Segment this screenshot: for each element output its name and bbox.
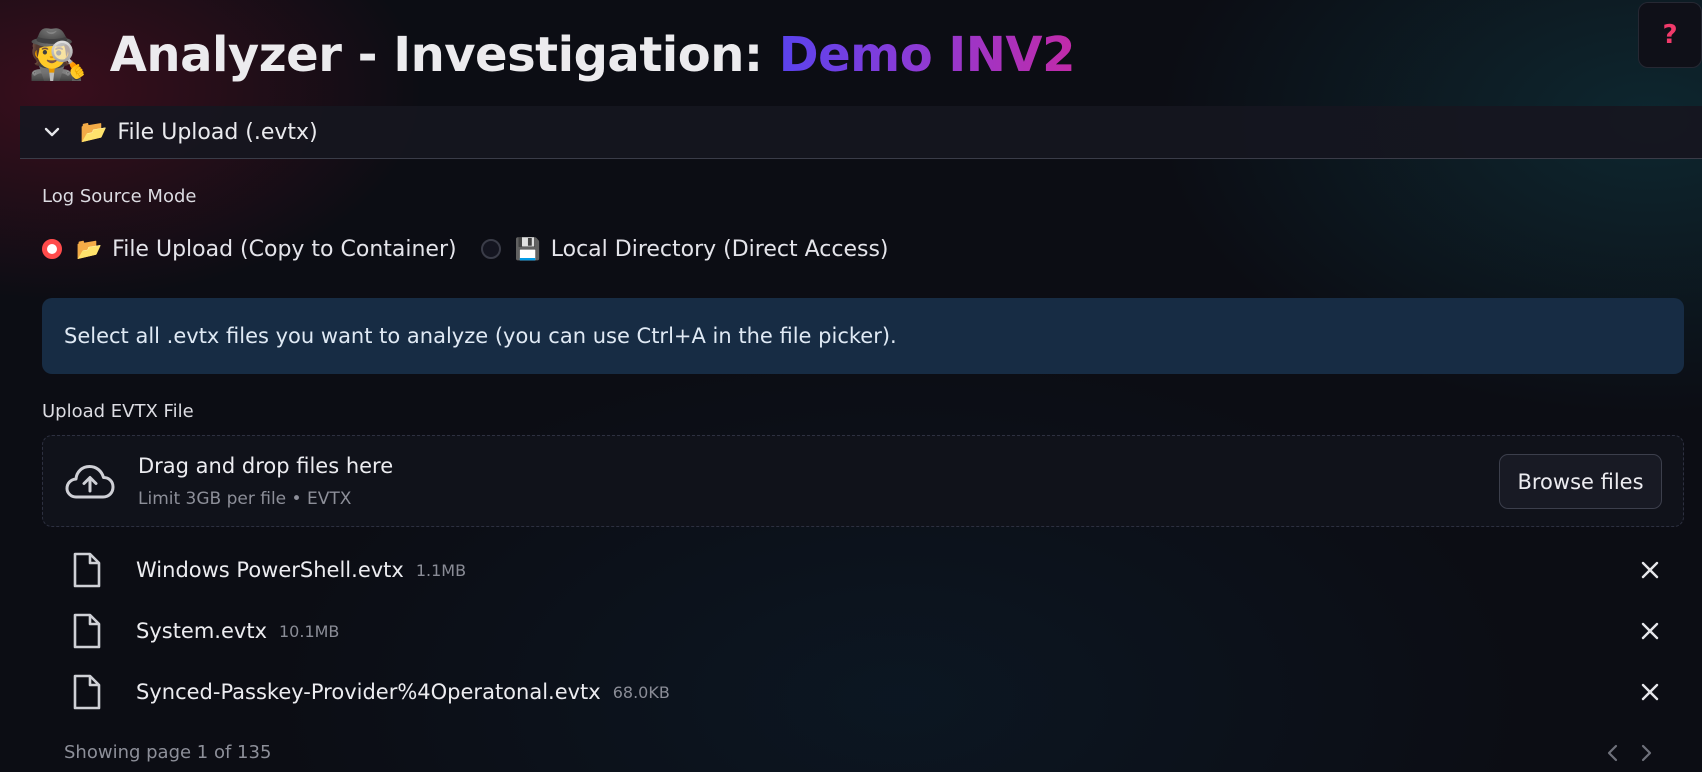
remove-file-icon[interactable]: [1638, 619, 1662, 643]
chevron-right-icon[interactable]: [1636, 742, 1656, 764]
pagination-status: Showing page 1 of 135: [64, 742, 272, 763]
upload-evtx-label: Upload EVTX File: [42, 401, 194, 422]
file-upload-expander[interactable]: 📂 File Upload (.evtx): [20, 106, 1702, 159]
file-icon: [70, 552, 104, 588]
question-mark-icon: ?: [1662, 20, 1678, 50]
file-name: Synced-Passkey-Provider%4Operatonal.evtx: [136, 680, 601, 704]
uploaded-file-item: Synced-Passkey-Provider%4Operatonal.evtx…: [70, 672, 1670, 712]
info-alert: Select all .evtx files you want to analy…: [42, 298, 1684, 374]
radio-file-upload-label[interactable]: File Upload (Copy to Container): [112, 237, 456, 262]
dropzone-title: Drag and drop files here: [138, 454, 394, 478]
folder-icon: 📂: [80, 119, 108, 145]
file-size: 68.0KB: [612, 682, 670, 702]
info-text: Select all .evtx files you want to analy…: [64, 324, 897, 348]
remove-file-icon[interactable]: [1638, 680, 1662, 704]
page-title: Analyzer - Investigation: Demo INV2: [109, 27, 1076, 83]
file-icon: [70, 674, 104, 710]
file-size: 1.1MB: [415, 560, 467, 580]
expander-label: File Upload (.evtx): [117, 119, 318, 145]
chevron-down-icon: [40, 120, 64, 144]
dropzone-subtitle: Limit 3GB per file • EVTX: [138, 489, 352, 509]
remove-file-icon[interactable]: [1638, 558, 1662, 582]
uploaded-file-item: Windows PowerShell.evtx 1.1MB: [70, 550, 1670, 590]
file-name: Windows PowerShell.evtx: [136, 558, 404, 582]
file-icon: [70, 613, 104, 649]
folder-icon: 📂: [76, 236, 103, 261]
uploaded-file-item: System.evtx 10.1MB: [70, 611, 1670, 651]
browse-files-button[interactable]: Browse files: [1499, 454, 1662, 509]
detective-icon: 🕵️: [28, 27, 88, 83]
radio-file-upload[interactable]: [42, 239, 62, 259]
page-header: 🕵️ Analyzer - Investigation: Demo INV2: [28, 22, 1075, 88]
title-prefix: Analyzer - Investigation:: [109, 27, 779, 83]
cloud-upload-icon: [65, 463, 115, 503]
log-source-radio-group: 📂 File Upload (Copy to Container) 💾 Loca…: [42, 234, 889, 264]
file-name: System.evtx: [136, 619, 267, 643]
floppy-disk-icon: 💾: [514, 236, 541, 261]
file-size: 10.1MB: [279, 621, 340, 641]
help-button[interactable]: ?: [1638, 2, 1702, 68]
file-dropzone[interactable]: Drag and drop files here Limit 3GB per f…: [42, 435, 1684, 527]
radio-local-directory[interactable]: [480, 239, 501, 259]
radio-local-directory-label[interactable]: Local Directory (Direct Access): [551, 237, 889, 262]
log-source-mode-label: Log Source Mode: [42, 186, 197, 207]
investigation-name: Demo INV2: [778, 27, 1076, 83]
chevron-left-icon[interactable]: [1603, 742, 1623, 764]
